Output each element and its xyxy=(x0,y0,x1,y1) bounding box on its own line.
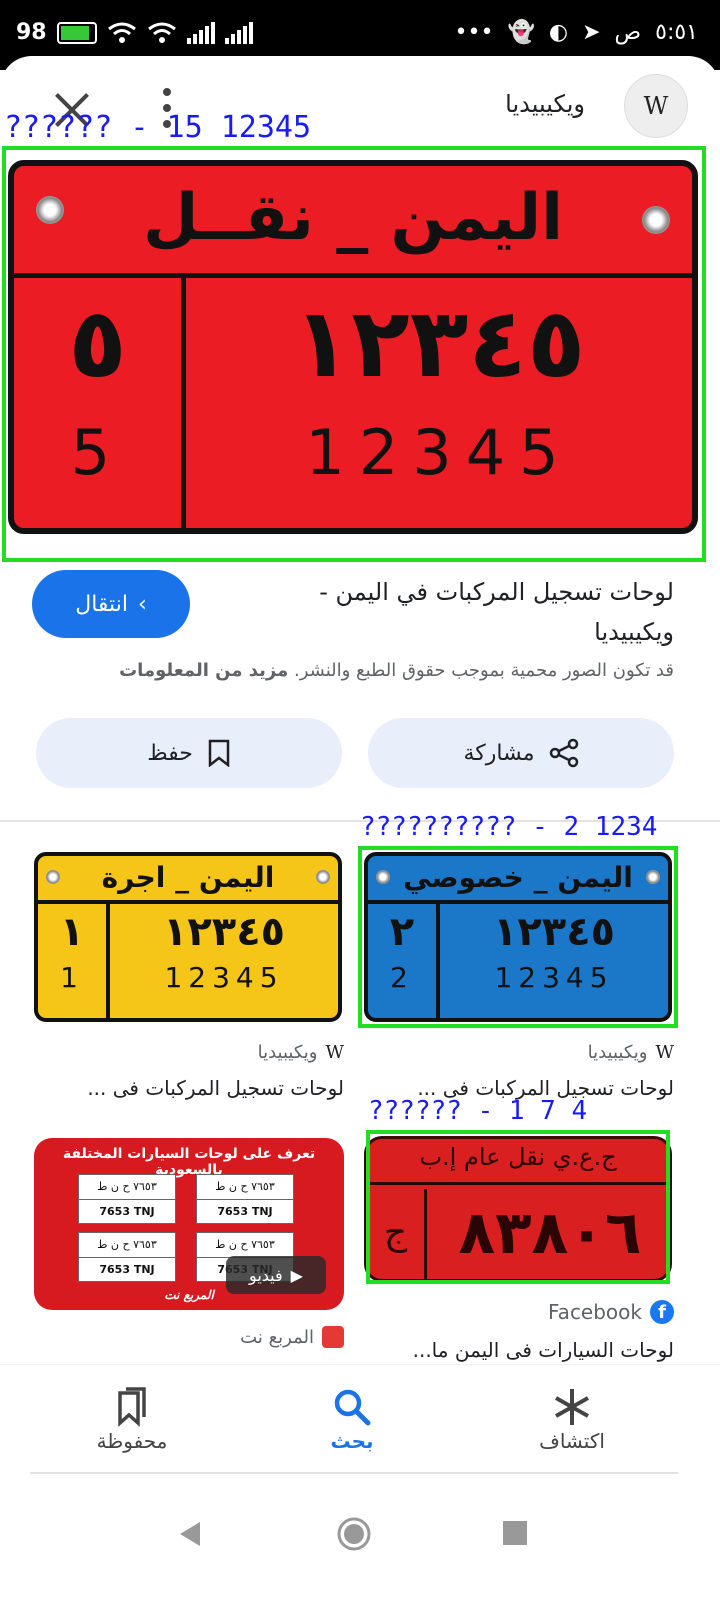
card4-source: المربع نت xyxy=(240,1326,344,1348)
card2-left-arabic: ١ xyxy=(59,909,85,955)
wifi-icon-2 xyxy=(147,22,176,43)
card2-plate-top: اليمن _ اجرة xyxy=(38,856,338,904)
card3-source-name: Facebook xyxy=(548,1300,642,1324)
facebook-icon: f xyxy=(650,1300,674,1324)
nav-saved-label: محفوظة xyxy=(96,1429,168,1453)
video-label: فيديو xyxy=(249,1265,283,1285)
snapchat-icon: 👻 xyxy=(507,20,535,45)
card-image-saudi-plates-video[interactable]: تعرف على لوحات السيارات المختلفة بالسعود… xyxy=(34,1138,344,1310)
plate-text-top: ٧٦٥٣ ح ن ط xyxy=(79,1233,175,1258)
card2-title[interactable]: لوحات تسجيل المركبات فى ... xyxy=(44,1076,344,1100)
plate-text-bottom: 7653 TNJ xyxy=(217,1205,273,1218)
system-navigation-bar xyxy=(0,1480,720,1600)
bookmark-icon xyxy=(208,739,230,767)
play-icon: ▶ xyxy=(290,1265,303,1285)
more-dots: ••• xyxy=(454,20,494,45)
battery-icon xyxy=(56,21,97,44)
plate-text-top: ٧٦٥٣ ح ن ط xyxy=(197,1233,293,1258)
detection-label-main: ?????? - 15 12345 xyxy=(4,110,312,145)
signal-icon-2 xyxy=(224,21,253,44)
battery-percent: 98 xyxy=(16,20,47,45)
plate-text-bottom: 7653 TNJ xyxy=(99,1263,155,1276)
card2-left-english: 1 xyxy=(60,961,84,994)
signal-icon xyxy=(186,21,215,44)
asterisk-icon xyxy=(502,1385,642,1429)
card1-source-name: ويكيبيديا xyxy=(587,1042,648,1063)
visit-button[interactable]: انتقال ‹ xyxy=(32,570,190,638)
detection-box-card3 xyxy=(366,1130,670,1284)
plate-text-top: ٧٦٥٣ ح ن ط xyxy=(79,1175,175,1200)
app-icon: ◐ xyxy=(548,20,569,45)
visit-label: انتقال xyxy=(75,591,128,617)
save-button[interactable]: حفظ xyxy=(36,718,342,788)
card-image-yellow-plate[interactable]: اليمن _ اجرة ١ 1 ١٢٣٤٥ 12345 xyxy=(34,852,342,1022)
card3-source: f Facebook xyxy=(548,1300,674,1324)
bolt xyxy=(316,870,330,884)
card2-plate-left: ١ 1 xyxy=(38,904,110,1018)
wikipedia-logo-icon[interactable]: W xyxy=(624,74,688,138)
card2-right-arabic: ١٢٣٤٥ xyxy=(162,909,286,955)
nav-discover[interactable]: اكتشاف xyxy=(502,1385,642,1453)
nav-search[interactable]: بحث xyxy=(282,1385,422,1453)
share-label: مشاركة xyxy=(463,740,535,766)
detection-label-card1: ?????????? - 2 1234 xyxy=(360,812,658,842)
bottom-navigation: اكتشاف بحث محفوظة xyxy=(0,1364,720,1474)
plate-text-top: ٧٦٥٣ ح ن ط xyxy=(197,1175,293,1200)
status-left: 98 xyxy=(16,20,253,45)
more-info-link[interactable]: مزيد من المعلومات xyxy=(119,660,288,681)
card4-source-name: المربع نت xyxy=(240,1326,314,1348)
nav-discover-label: اكتشاف xyxy=(539,1429,605,1453)
card2-right-english: 12345 xyxy=(164,961,284,994)
result-title[interactable]: لوحات تسجيل المركبات في اليمن - ويكيبيدي… xyxy=(254,572,674,652)
saudi-plate: ٧٦٥٣ ح ن ط 7653 TNJ xyxy=(196,1174,294,1224)
card2-source: W ويكيبيديا xyxy=(258,1042,344,1063)
nav-saved[interactable]: محفوظة xyxy=(62,1385,202,1453)
wifi-icon xyxy=(107,22,136,43)
almuraba-icon xyxy=(322,1326,344,1348)
back-icon[interactable] xyxy=(176,1520,204,1548)
video-badge[interactable]: فيديو ▶ xyxy=(226,1256,326,1294)
search-icon xyxy=(282,1385,422,1429)
saudi-plate: ٧٦٥٣ ح ن ط 7653 TNJ xyxy=(78,1174,176,1224)
nav-search-label: بحث xyxy=(330,1429,374,1453)
period: ص xyxy=(614,20,642,45)
telegram-icon: ➤ xyxy=(582,20,601,45)
wikipedia-icon: W xyxy=(325,1042,344,1063)
wikipedia-icon: W xyxy=(655,1042,674,1063)
bookmarks-icon xyxy=(62,1385,202,1429)
plate-text-bottom: 7653 TNJ xyxy=(99,1205,155,1218)
card1-source: W ويكيبيديا xyxy=(588,1042,674,1063)
status-right: ••• 👻 ◐ ➤ ص ٥:٥١ xyxy=(455,20,698,45)
saudi-plate: ٧٦٥٣ ح ن ط 7653 TNJ xyxy=(78,1232,176,1282)
bolt xyxy=(46,870,60,884)
clock: ٥:٥١ xyxy=(655,20,698,45)
copyright-notice: قد تكون الصور محمية بموجب حقوق الطبع وال… xyxy=(119,660,674,681)
recents-icon[interactable] xyxy=(502,1520,528,1546)
detection-box-main xyxy=(2,146,706,562)
copyright-text: قد تكون الصور محمية بموجب حقوق الطبع وال… xyxy=(293,660,674,681)
card2-plate-right: ١٢٣٤٥ 12345 xyxy=(110,904,338,1018)
share-icon xyxy=(549,738,578,768)
nav-divider xyxy=(30,1472,678,1474)
share-button[interactable]: مشاركة xyxy=(368,718,674,788)
home-icon[interactable] xyxy=(336,1516,372,1552)
source-name: ويكيبيديا xyxy=(505,90,585,118)
detection-box-card1 xyxy=(358,846,678,1028)
card3-title[interactable]: لوحات السيارات فى اليمن ما... xyxy=(374,1338,674,1362)
chevron-left-icon: ‹ xyxy=(137,591,147,617)
card2-source-name: ويكيبيديا xyxy=(257,1042,318,1063)
detection-label-card3: ?????? - 1 7 4 xyxy=(368,1096,588,1126)
save-label: حفظ xyxy=(147,740,193,766)
